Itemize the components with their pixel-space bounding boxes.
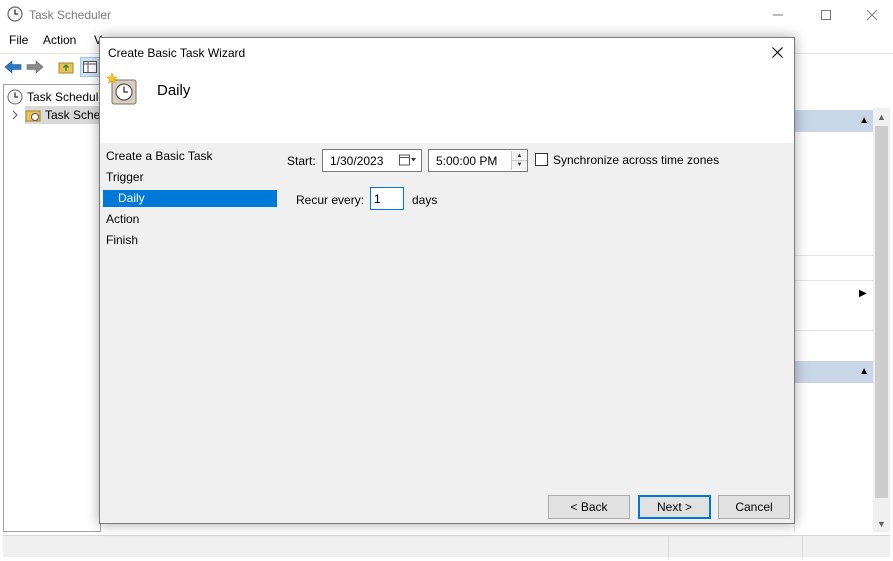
sync-time-zones-label[interactable]: Synchronize across time zones bbox=[553, 153, 719, 167]
tree-item-label: Task Scheduler (Local) bbox=[27, 90, 101, 104]
folder-clock-icon bbox=[25, 110, 41, 122]
tree-item-label: Task Scheduler Library bbox=[45, 108, 101, 122]
status-divider bbox=[668, 536, 669, 558]
step-trigger[interactable]: Trigger bbox=[106, 170, 144, 186]
close-icon bbox=[867, 10, 877, 20]
wizard-steps: Create a Basic Task Trigger Daily Action… bbox=[100, 143, 280, 523]
dialog-close-button[interactable] bbox=[760, 38, 794, 66]
calendar-icon[interactable] bbox=[399, 154, 417, 166]
recur-every-label: Recur every: bbox=[296, 193, 365, 207]
divider bbox=[795, 330, 875, 331]
scroll-down-icon[interactable]: ▼ bbox=[873, 515, 890, 532]
forward-arrow-icon bbox=[26, 60, 44, 74]
chevron-right-icon bbox=[12, 110, 18, 120]
back-button[interactable] bbox=[3, 57, 23, 77]
menu-file[interactable]: File bbox=[9, 33, 28, 47]
dialog-title: Create Basic Task Wizard bbox=[108, 46, 246, 60]
main-window-title: Task Scheduler bbox=[29, 8, 112, 22]
dialog-titlebar: Create Basic Task Wizard bbox=[100, 38, 794, 68]
step-finish[interactable]: Finish bbox=[106, 233, 138, 249]
back-arrow-icon bbox=[4, 60, 22, 74]
create-basic-task-wizard: Create Basic Task Wizard Daily Create a … bbox=[99, 37, 795, 524]
scroll-up-icon[interactable]: ▲ bbox=[873, 108, 890, 125]
folder-up-icon bbox=[58, 62, 74, 74]
spin-up-icon[interactable]: ▲ bbox=[512, 151, 527, 160]
back-button[interactable]: < Back bbox=[548, 495, 630, 519]
minimize-icon bbox=[773, 14, 783, 16]
divider bbox=[795, 255, 875, 256]
maximize-button[interactable] bbox=[803, 0, 849, 30]
actions-section-header-2[interactable]: ▲ bbox=[795, 361, 875, 383]
step-create-basic-task[interactable]: Create a Basic Task bbox=[106, 149, 213, 165]
show-console-tree-button[interactable] bbox=[80, 57, 100, 77]
status-divider bbox=[802, 536, 803, 558]
actions-scrollbar[interactable]: ▲ ▼ bbox=[873, 108, 890, 532]
cancel-button[interactable]: Cancel bbox=[718, 495, 790, 519]
step-daily[interactable]: Daily bbox=[103, 190, 277, 207]
collapse-arrow-icon: ▲ bbox=[859, 366, 869, 377]
collapse-arrow-icon: ▲ bbox=[859, 115, 869, 126]
start-time-field[interactable]: 5:00:00 PM ▲ ▼ bbox=[428, 149, 528, 172]
start-date-picker[interactable]: 1/30/2023 bbox=[322, 149, 422, 172]
up-folder-button[interactable] bbox=[56, 57, 76, 77]
tree-item-task-scheduler-library[interactable]: Task Scheduler Library bbox=[25, 106, 101, 124]
clock-icon bbox=[7, 6, 23, 22]
main-titlebar: Task Scheduler bbox=[0, 0, 893, 30]
start-date-value: 1/30/2023 bbox=[330, 153, 384, 168]
step-action[interactable]: Action bbox=[106, 212, 139, 228]
divider bbox=[795, 280, 875, 281]
clock-icon bbox=[7, 89, 23, 105]
tree-expander[interactable] bbox=[11, 106, 21, 124]
maximize-icon bbox=[821, 10, 831, 20]
menu-action[interactable]: Action bbox=[43, 33, 76, 47]
actions-section-header[interactable]: ▲ bbox=[795, 110, 875, 132]
spin-down-icon[interactable]: ▼ bbox=[512, 160, 527, 169]
start-time-value: 5:00:00 PM bbox=[436, 153, 498, 168]
minimize-button[interactable] bbox=[755, 0, 801, 30]
sync-time-zones-checkbox[interactable] bbox=[535, 153, 548, 166]
console-tree-icon bbox=[83, 61, 97, 73]
recur-unit-label: days bbox=[412, 193, 438, 207]
wizard-clock-icon bbox=[106, 72, 137, 105]
console-tree: Task Scheduler (Local) Task Scheduler Li… bbox=[3, 84, 101, 532]
forward-button[interactable] bbox=[25, 57, 45, 77]
next-button[interactable]: Next > bbox=[638, 495, 711, 519]
wizard-page-title: Daily bbox=[157, 82, 191, 99]
close-icon bbox=[771, 46, 783, 58]
status-bar bbox=[3, 535, 890, 558]
tree-item-task-scheduler-local[interactable]: Task Scheduler (Local) bbox=[7, 88, 101, 106]
scrollbar-thumb[interactable] bbox=[875, 126, 888, 498]
submenu-arrow-icon: ▶ bbox=[859, 288, 867, 299]
wizard-header: Daily bbox=[100, 68, 794, 143]
start-label: Start: bbox=[287, 154, 316, 168]
recur-every-value: 1 bbox=[374, 191, 381, 206]
recur-every-input[interactable]: 1 bbox=[370, 187, 404, 210]
time-spinner[interactable]: ▲ ▼ bbox=[511, 151, 527, 170]
main-close-button[interactable] bbox=[849, 0, 893, 30]
